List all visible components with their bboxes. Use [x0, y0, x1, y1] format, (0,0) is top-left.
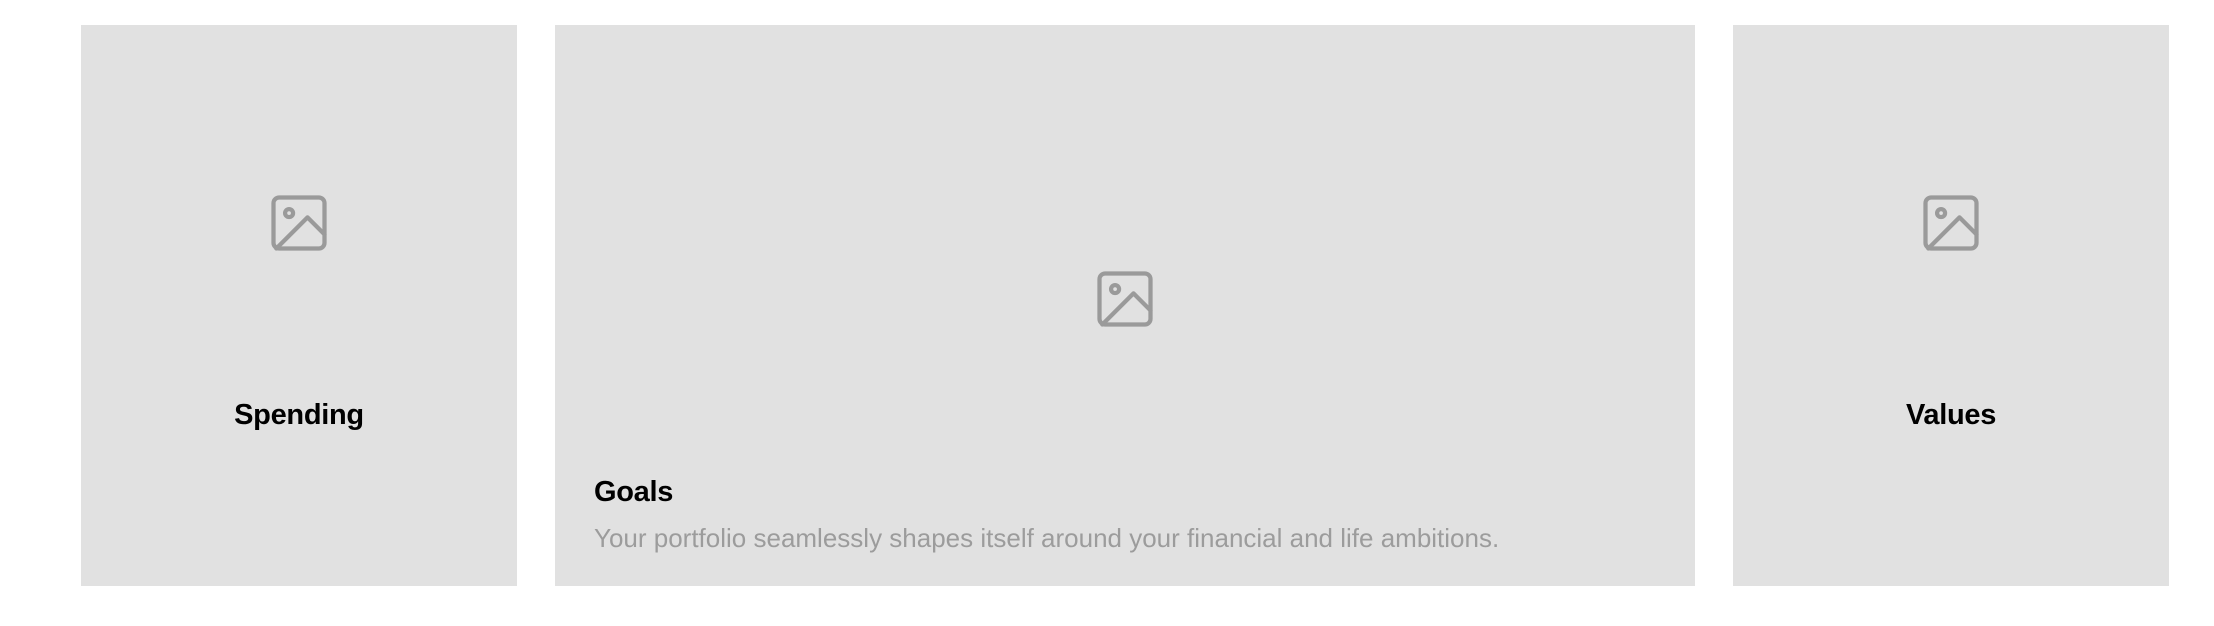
card-values[interactable]: Values	[1733, 25, 2169, 586]
feature-carousel: Spending Goals Your portfolio seamlessly…	[0, 0, 2214, 626]
image-placeholder-icon	[265, 189, 333, 257]
card-title: Spending	[234, 399, 364, 431]
card-spending[interactable]: Spending	[81, 25, 517, 586]
card-title: Values	[1905, 399, 1997, 431]
card-goals[interactable]: Goals Your portfolio seamlessly shapes i…	[555, 25, 1695, 586]
image-placeholder-icon	[1091, 265, 1159, 333]
card-title: Goals	[594, 476, 674, 508]
card-description: Your portfolio seamlessly shapes itself …	[594, 523, 1500, 553]
image-placeholder-icon	[1917, 189, 1985, 257]
